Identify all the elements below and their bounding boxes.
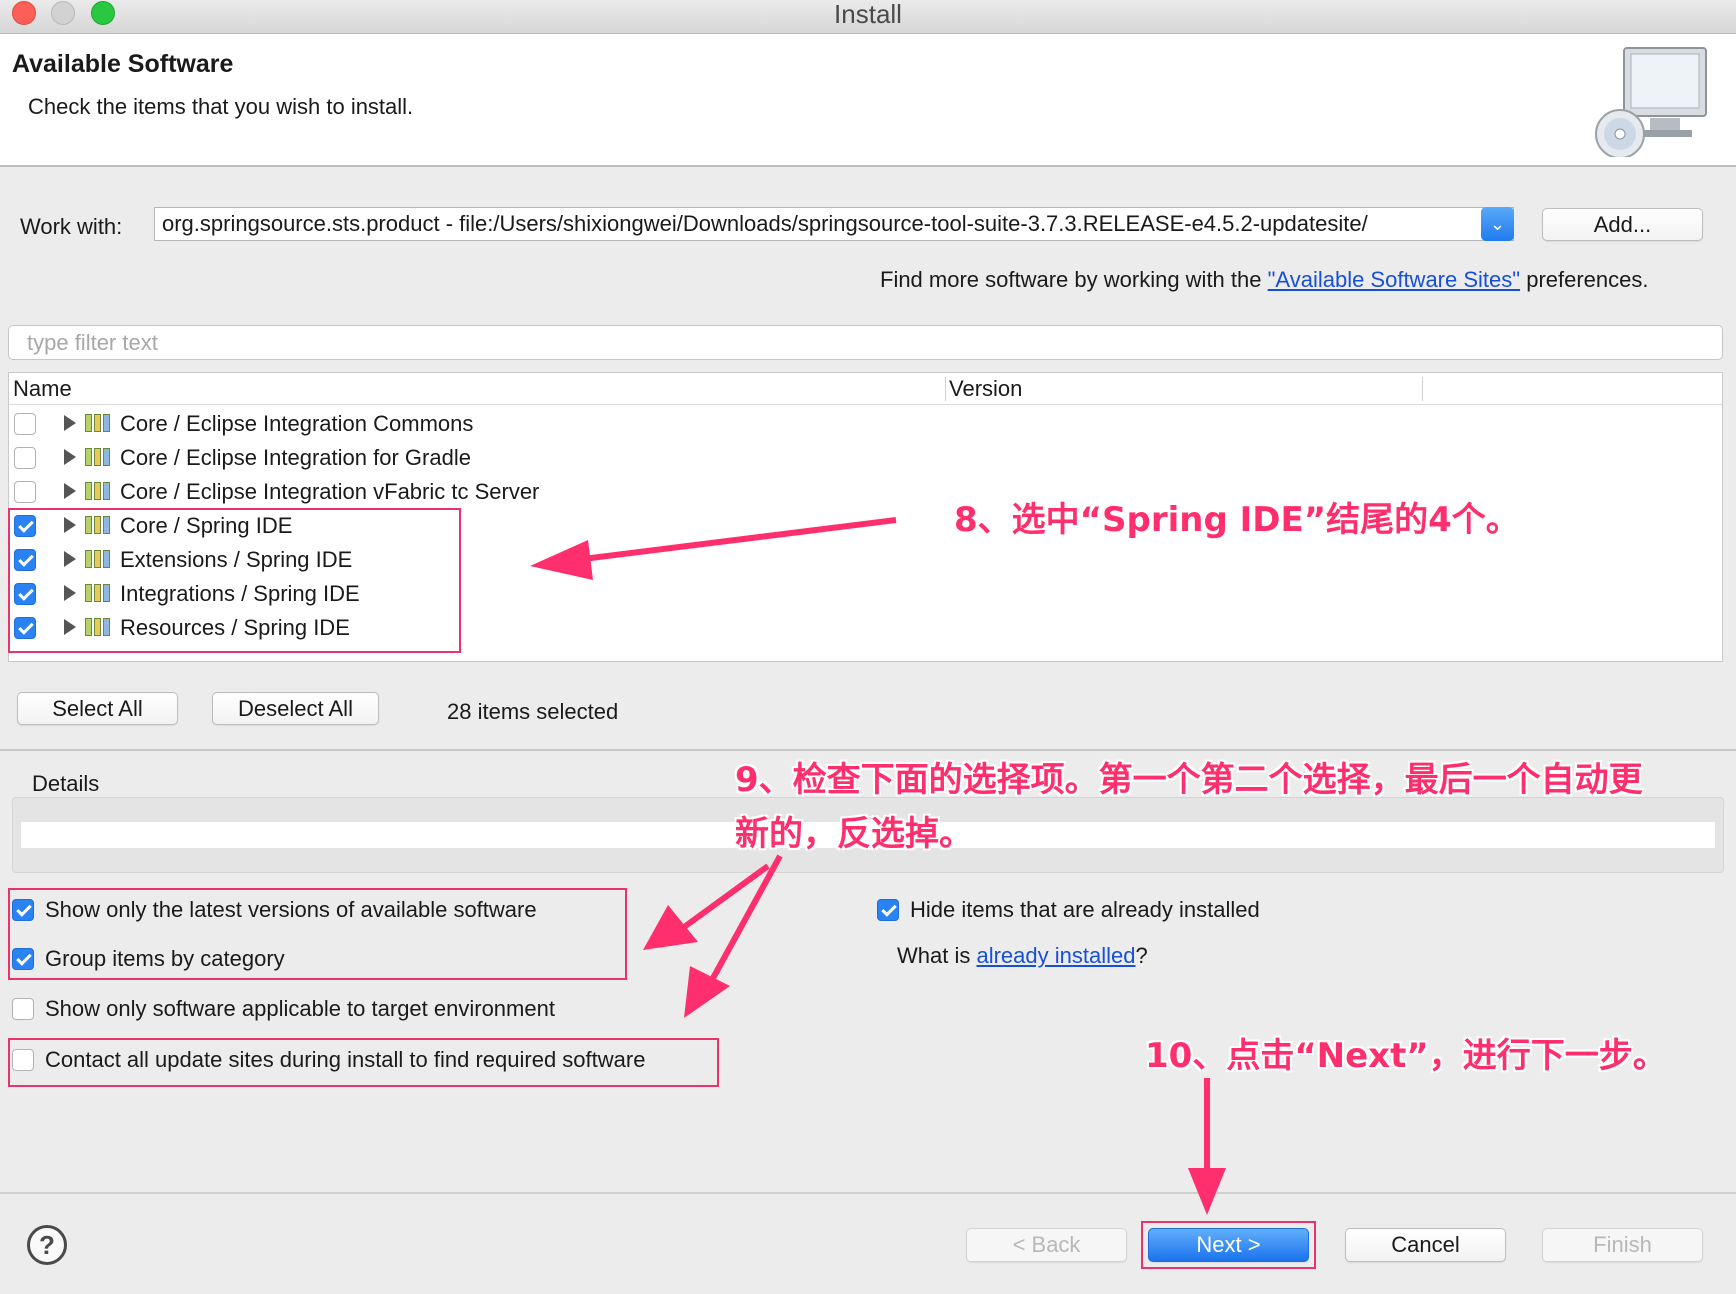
arrow-step8 [574, 517, 897, 563]
arrow-head-step8 [530, 540, 593, 580]
arrow-head-step9-b [684, 966, 730, 1018]
annotation-step9-line2: 新的，反选掉。 [735, 814, 973, 854]
annotation-step10: 10、点击“Next”，进行下一步。 [1145, 1036, 1667, 1076]
annotation-arrows [530, 517, 1226, 1215]
arrow-head-step9-a [643, 905, 698, 950]
annotation-step8: 8、选中“Spring IDE”结尾的4个。 [954, 500, 1520, 540]
arrow-head-step10 [1188, 1168, 1226, 1215]
annotation-step9-line1: 9、检查下面的选择项。第一个第二个选择，最后一个自动更 [735, 760, 1643, 800]
arrow-step9-b [709, 854, 783, 982]
